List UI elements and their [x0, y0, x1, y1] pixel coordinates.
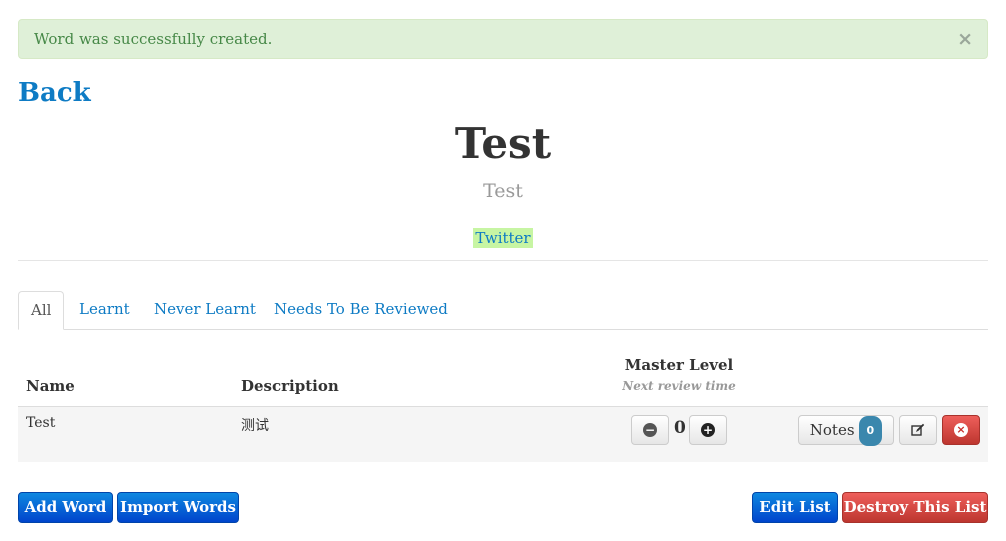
alert-message: Word was successfully created.	[34, 30, 273, 48]
destroy-list-button[interactable]: Destroy This List	[842, 492, 988, 523]
filter-tabs: All Learnt Never Learnt Needs To Be Revi…	[18, 291, 988, 330]
tab-needs-review[interactable]: Needs To Be Reviewed	[274, 291, 448, 329]
divider	[18, 260, 988, 261]
notes-button[interactable]: Notes 0	[798, 415, 894, 446]
minus-circle-icon: −	[643, 423, 657, 437]
edit-word-button[interactable]	[899, 415, 937, 445]
remove-circle-icon: ×	[954, 423, 968, 437]
twitter-link[interactable]: Twitter	[473, 228, 533, 248]
notes-label: Notes	[809, 421, 855, 439]
page-subtitle: Test	[483, 180, 523, 202]
tab-never-learnt[interactable]: Never Learnt	[154, 291, 256, 329]
plus-circle-icon: +	[701, 423, 715, 437]
increase-level-button[interactable]: +	[689, 415, 727, 445]
edit-list-button[interactable]: Edit List	[752, 492, 838, 523]
page-title: Test	[454, 119, 552, 168]
close-icon[interactable]: ×	[957, 20, 973, 58]
column-header-description: Description	[241, 377, 339, 395]
import-words-button[interactable]: Import Words	[117, 492, 239, 523]
add-word-button[interactable]: Add Word	[18, 492, 113, 523]
column-header-next-review: Next review time	[622, 379, 736, 393]
word-name: Test	[26, 415, 56, 431]
word-description: 测试	[241, 418, 269, 434]
twitter-wrapper: Twitter	[0, 228, 1006, 248]
delete-word-button[interactable]: ×	[942, 415, 980, 445]
master-level-value: 0	[674, 418, 686, 438]
decrease-level-button[interactable]: −	[631, 415, 669, 445]
column-header-master-level: Master Level	[624, 356, 734, 374]
column-header-name: Name	[26, 377, 75, 395]
back-link[interactable]: Back	[18, 78, 91, 108]
notes-count-badge: 0	[858, 416, 883, 446]
edit-icon	[911, 423, 925, 436]
tab-learnt[interactable]: Learnt	[79, 291, 130, 329]
tab-all[interactable]: All	[18, 291, 65, 330]
success-alert: Word was successfully created. ×	[18, 19, 988, 59]
